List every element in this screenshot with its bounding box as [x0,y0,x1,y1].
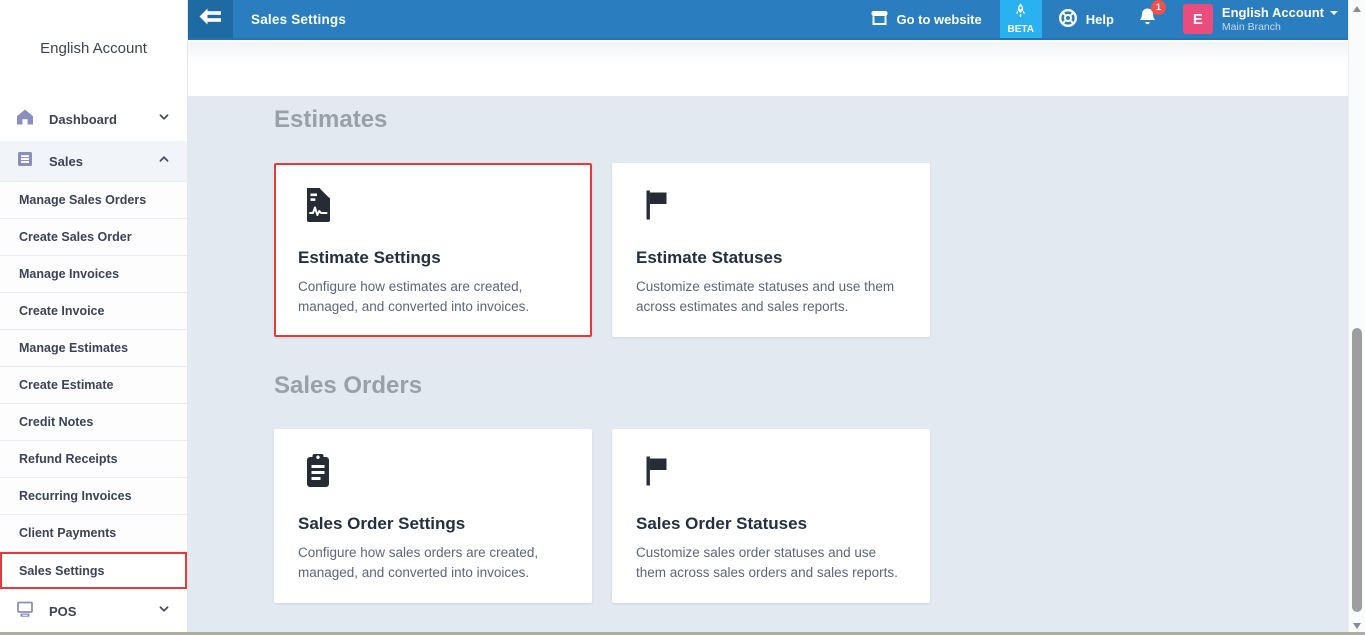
main-content: Estimates Estimate Settings Configure ho… [188,96,1348,635]
scrollbar[interactable] [1348,0,1365,635]
submenu-label: Client Payments [19,526,116,540]
flag-icon [636,185,906,230]
rocket-icon [1014,3,1027,23]
home-icon [15,107,35,132]
sidebar-item-dashboard[interactable]: Dashboard [0,97,187,141]
sidebar-item-create-estimate[interactable]: Create Estimate [0,367,187,404]
page-title: Sales Settings [251,12,346,27]
topbar: Sales Settings Go to website [188,0,1348,40]
card-description: Customize sales order statuses and use t… [636,543,906,583]
account-menu[interactable]: E English Account Main Branch [1183,4,1338,34]
account-info: English Account Main Branch [1222,5,1338,33]
beta-label: BETA [1008,24,1034,35]
chevron-down-icon [156,601,172,622]
chevron-up-icon [156,151,172,172]
card-title: Estimate Statuses [636,248,906,268]
submenu-label: Manage Estimates [19,341,128,355]
document-chart-icon [298,185,568,230]
scroll-up-icon[interactable] [1353,6,1361,12]
submenu-label: Manage Invoices [19,267,119,281]
sidebar-item-create-invoice[interactable]: Create Invoice [0,293,187,330]
scroll-down-icon[interactable] [1353,623,1361,629]
beta-badge[interactable]: BETA [1000,0,1042,38]
card-estimate-statuses[interactable]: Estimate Statuses Customize estimate sta… [612,163,930,337]
branch-name: Main Branch [1222,21,1338,33]
section-estimates: Estimates Estimate Settings Configure ho… [274,106,1348,337]
sidebar-item-manage-invoices[interactable]: Manage Invoices [0,256,187,293]
card-estimate-settings[interactable]: Estimate Settings Configure how estimate… [274,163,592,337]
chevron-down-icon [1330,11,1338,15]
submenu-label: Credit Notes [19,415,93,429]
submenu-label: Create Sales Order [19,230,132,244]
scrollbar-thumb[interactable] [1352,328,1362,612]
content-header-strip [188,42,1348,96]
submenu-label: Create Estimate [19,378,114,392]
card-description: Configure how estimates are created, man… [298,277,568,317]
storefront-icon [870,9,889,30]
help-button[interactable]: Help [1058,8,1114,31]
account-name: English Account [1222,5,1324,20]
workspace-name: English Account [0,0,187,97]
back-arrow-icon [199,8,222,30]
pos-icon [15,599,35,624]
go-to-website-button[interactable]: Go to website [870,9,982,30]
topbar-actions: Go to website BETA [870,0,1348,38]
card-title: Sales Order Statuses [636,514,906,534]
card-sales-order-statuses[interactable]: Sales Order Statuses Customize sales ord… [612,429,930,603]
sidebar-item-credit-notes[interactable]: Credit Notes [0,404,187,441]
submenu-label: Refund Receipts [19,452,118,466]
avatar: E [1183,4,1213,34]
collapse-sidebar-button[interactable] [188,0,233,38]
sidebar: English Account Dashboard Sales Manage S… [0,0,188,635]
go-to-website-label: Go to website [897,12,982,27]
chevron-down-icon [156,109,172,130]
submenu-label: Sales Settings [19,564,104,578]
card-sales-order-settings[interactable]: Sales Order Settings Configure how sales… [274,429,592,603]
submenu-label: Manage Sales Orders [19,193,146,207]
card-title: Sales Order Settings [298,514,568,534]
invoice-icon [15,149,35,174]
notification-count-badge: 1 [1151,0,1166,15]
sidebar-item-pos[interactable]: POS [0,589,187,633]
sidebar-item-sales-settings[interactable]: Sales Settings [0,552,187,589]
sidebar-item-label: Dashboard [49,112,117,127]
sidebar-item-client-payments[interactable]: Client Payments [0,515,187,552]
sidebar-item-manage-estimates[interactable]: Manage Estimates [0,330,187,367]
card-description: Customize estimate statuses and use them… [636,277,906,317]
sidebar-item-sales[interactable]: Sales [0,141,187,181]
section-heading: Sales Orders [274,372,1348,400]
sales-submenu: Manage Sales Orders Create Sales Order M… [0,181,187,589]
notifications-button[interactable]: 1 [1138,7,1157,32]
sidebar-item-manage-sales-orders[interactable]: Manage Sales Orders [0,182,187,219]
help-lifebuoy-icon [1058,8,1078,31]
sidebar-item-create-sales-order[interactable]: Create Sales Order [0,219,187,256]
submenu-label: Recurring Invoices [19,489,132,503]
section-heading: Estimates [274,106,1348,134]
clipboard-icon [298,451,568,496]
submenu-label: Create Invoice [19,304,104,318]
flag-icon [636,451,906,496]
help-label: Help [1086,12,1114,27]
sidebar-item-recurring-invoices[interactable]: Recurring Invoices [0,478,187,515]
sidebar-item-refund-receipts[interactable]: Refund Receipts [0,441,187,478]
sidebar-item-label: Sales [49,154,83,169]
section-sales-orders: Sales Orders Sales Order Settings Config… [274,372,1348,603]
sidebar-item-label: POS [49,604,76,619]
card-title: Estimate Settings [298,248,568,268]
card-description: Configure how sales orders are created, … [298,543,568,583]
